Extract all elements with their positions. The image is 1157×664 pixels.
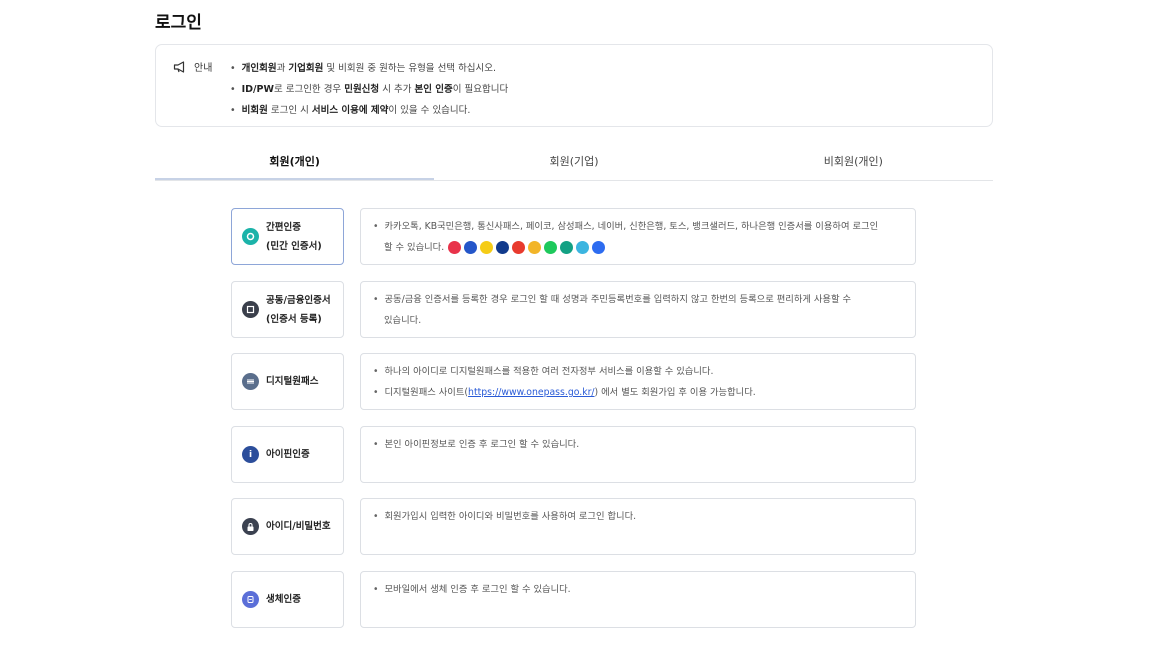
description-line: 모바일에서 생체 인증 후 로그인 할 수 있습니다.: [373, 579, 905, 600]
lock-icon: [242, 518, 259, 535]
id-password-description: 회원가입시 입력한 아이디와 비밀번호를 사용하여 로그인 합니다.: [360, 498, 916, 555]
method-label-line: 디지털원패스: [266, 376, 319, 387]
notice-text: 과: [276, 63, 289, 74]
notice-emphasis: 서비스 이용에 제약: [311, 105, 389, 116]
login-method-biometric: 생체인증 모바일에서 생체 인증 후 로그인 할 수 있습니다.: [231, 571, 916, 628]
certificate-icon: [242, 301, 259, 318]
cert-provider-9-icon[interactable]: [576, 241, 590, 254]
notice-text: 및 비회원 중 원하는 유형을 선택 하십시오.: [323, 63, 497, 74]
login-method-certificate: 공동/금융인증서 (인증서 등록) 공동/금융 인증서를 등록한 경우 로그인 …: [231, 281, 916, 338]
digital-onepass-description: 하나의 아이디로 디지털원패스를 적용한 여러 전자정부 서비스를 이용할 수 …: [360, 353, 916, 410]
notice-item: 비회원 로그인 시 서비스 이용에 제약이 있을 수 있습니다.: [230, 100, 508, 121]
description-line: 공동/금융 인증서를 등록한 경우 로그인 할 때 성명과 주민등록번호를 입력…: [373, 289, 905, 310]
notice-text: 이 필요합니다: [452, 84, 509, 95]
cert-provider-6-icon[interactable]: [528, 241, 542, 254]
login-method-digital-onepass: 디지털원패스 하나의 아이디로 디지털원패스를 적용한 여러 전자정부 서비스를…: [231, 353, 916, 410]
megaphone-icon: [173, 60, 185, 73]
notice-text: 이 있을 수 있습니다.: [388, 105, 471, 116]
tab-nonmember-personal[interactable]: 비회원(개인): [714, 145, 993, 180]
biometric-description: 모바일에서 생체 인증 후 로그인 할 수 있습니다.: [360, 571, 916, 628]
notice-emphasis: ID/PW: [241, 84, 274, 95]
description-line-with-icons: 할 수 있습니다.: [373, 237, 905, 258]
notice-emphasis: 개인회원: [241, 63, 277, 74]
method-label-line: 간편인증: [266, 221, 301, 233]
description-line-with-link: 디지털원패스 사이트(https://www.onepass.go.kr/) 에…: [373, 382, 905, 403]
cert-provider-3-icon[interactable]: [480, 241, 494, 254]
method-label-line: (인증서 등록): [266, 313, 322, 325]
notice-emphasis: 민원신청: [344, 84, 380, 95]
notice-text: 로 로그인한 경우: [273, 84, 345, 95]
cert-provider-4-icon[interactable]: [496, 241, 510, 254]
description-line: 카카오톡, KB국민은행, 통신사패스, 페이코, 삼성패스, 네이버, 신한은…: [373, 216, 905, 237]
ipin-description: 본인 아이핀정보로 인증 후 로그인 할 수 있습니다.: [360, 426, 916, 483]
cert-provider-5-icon[interactable]: [512, 241, 526, 254]
login-method-id-password: 아이디/비밀번호 회원가입시 입력한 아이디와 비밀번호를 사용하여 로그인 합…: [231, 498, 916, 555]
method-label-line: 생체인증: [266, 594, 301, 605]
digital-onepass-label: 디지털원패스: [266, 372, 318, 391]
method-label-line: 공동/금융인증서: [266, 294, 331, 306]
ipin-icon: i: [242, 446, 259, 463]
description-line: 본인 아이핀정보로 인증 후 로그인 할 수 있습니다.: [373, 434, 905, 455]
ipin-label: 아이핀인증: [266, 445, 310, 464]
digital-onepass-button[interactable]: 디지털원패스: [231, 353, 344, 410]
login-method-simple-auth: 간편인증 (민간 인증서) 카카오톡, KB국민은행, 통신사패스, 페이코, …: [231, 208, 916, 265]
description-text: 할 수 있습니다.: [384, 242, 445, 253]
notice-emphasis: 본인 인증: [414, 84, 453, 95]
biometric-icon: [242, 591, 259, 608]
cert-provider-8-icon[interactable]: [560, 241, 574, 254]
tab-member-corporate[interactable]: 회원(기업): [434, 145, 713, 180]
cert-provider-1-icon[interactable]: [448, 241, 462, 254]
biometric-button[interactable]: 생체인증: [231, 571, 344, 628]
simple-auth-icon: [242, 228, 259, 245]
notice-text: 로그인 시: [267, 105, 312, 116]
certificate-button[interactable]: 공동/금융인증서 (인증서 등록): [231, 281, 344, 338]
notice-emphasis: 기업회원: [288, 63, 324, 74]
tab-member-personal[interactable]: 회원(개인): [155, 145, 435, 180]
member-type-tabs: 회원(개인) 회원(기업) 비회원(개인): [155, 145, 993, 181]
certificate-description: 공동/금융 인증서를 등록한 경우 로그인 할 때 성명과 주민등록번호를 입력…: [360, 281, 916, 338]
cert-provider-7-icon[interactable]: [544, 241, 558, 254]
notice-box: 안내 개인회원과 기업회원 및 비회원 중 원하는 유형을 선택 하십시오. I…: [155, 44, 993, 127]
notice-text: 시 추가: [379, 84, 415, 95]
cert-provider-10-icon[interactable]: [592, 241, 606, 254]
description-text: ) 에서 별도 회원가입 후 이용 가능합니다.: [594, 387, 756, 398]
onepass-site-link[interactable]: https://www.onepass.go.kr/: [468, 387, 595, 398]
notice-emphasis: 비회원: [241, 105, 268, 116]
method-label-line: (민간 인증서): [266, 240, 322, 252]
simple-auth-description: 카카오톡, KB국민은행, 통신사패스, 페이코, 삼성패스, 네이버, 신한은…: [360, 208, 916, 265]
cert-provider-2-icon[interactable]: [464, 241, 478, 254]
certificate-label: 공동/금융인증서 (인증서 등록): [266, 291, 331, 329]
description-line: 하나의 아이디로 디지털원패스를 적용한 여러 전자정부 서비스를 이용할 수 …: [373, 361, 905, 382]
id-password-label: 아이디/비밀번호: [266, 517, 331, 536]
description-line: 있습니다.: [384, 315, 422, 326]
cert-provider-icons: [448, 241, 606, 254]
method-label-line: 아이디/비밀번호: [266, 521, 331, 532]
biometric-label: 생체인증: [266, 590, 301, 609]
ipin-button[interactable]: i 아이핀인증: [231, 426, 344, 483]
page-title: 로그인: [155, 13, 202, 33]
digital-onepass-icon: [242, 373, 259, 390]
description-text: 디지털원패스 사이트(: [384, 387, 469, 398]
notice-list: 개인회원과 기업회원 및 비회원 중 원하는 유형을 선택 하십시오. ID/P…: [230, 58, 509, 121]
notice-item: ID/PW로 로그인한 경우 민원신청 시 추가 본인 인증이 필요합니다: [230, 79, 509, 100]
id-password-button[interactable]: 아이디/비밀번호: [231, 498, 344, 555]
login-method-ipin: i 아이핀인증 본인 아이핀정보로 인증 후 로그인 할 수 있습니다.: [231, 426, 916, 483]
notice-label: 안내: [194, 63, 213, 74]
notice-header: 안내: [173, 59, 212, 74]
simple-auth-label: 간편인증 (민간 인증서): [266, 218, 322, 256]
method-label-line: 아이핀인증: [266, 449, 310, 460]
description-line: 회원가입시 입력한 아이디와 비밀번호를 사용하여 로그인 합니다.: [373, 506, 905, 527]
simple-auth-button[interactable]: 간편인증 (민간 인증서): [231, 208, 344, 265]
notice-item: 개인회원과 기업회원 및 비회원 중 원하는 유형을 선택 하십시오.: [230, 58, 508, 79]
